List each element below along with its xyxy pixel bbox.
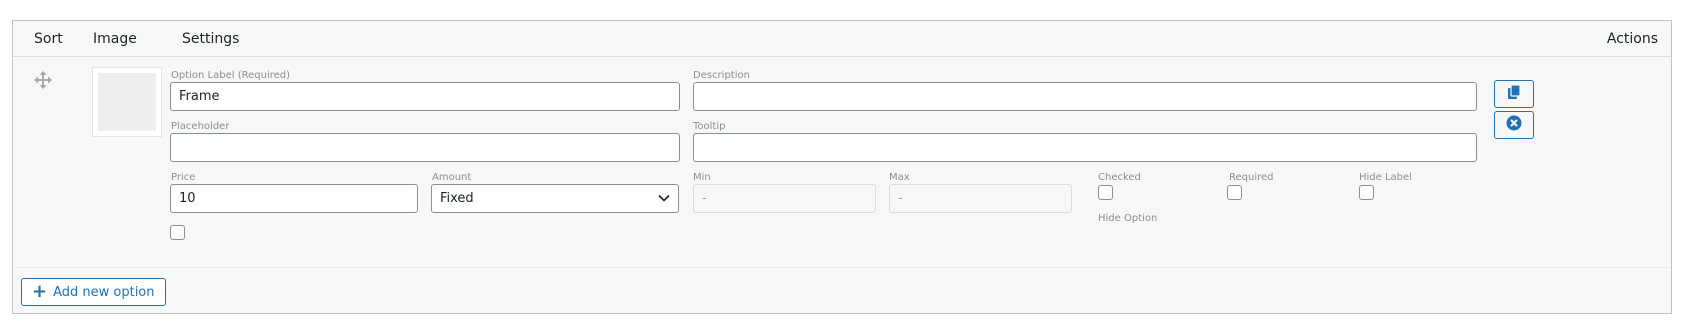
min-label: Min (693, 172, 711, 183)
hide-label-label: Hide Label (1359, 172, 1412, 183)
option-image-placeholder[interactable] (92, 67, 162, 137)
checked-checkbox[interactable] (1098, 185, 1113, 200)
hide-label-checkbox[interactable] (1359, 185, 1374, 200)
amount-selected-value: Fixed (440, 191, 474, 206)
min-input[interactable] (693, 184, 876, 213)
options-panel: Sort Image Settings Actions Option Label… (12, 20, 1672, 314)
required-label: Required (1229, 172, 1274, 183)
price-label: Price (171, 172, 196, 183)
header-sort: Sort (34, 31, 63, 47)
image-thumbnail (98, 73, 156, 131)
price-input[interactable] (170, 184, 418, 213)
max-label: Max (889, 172, 910, 183)
description-input[interactable] (693, 82, 1477, 111)
duplicate-icon (1506, 84, 1522, 104)
table-header: Sort Image Settings Actions (13, 21, 1671, 57)
tooltip-label: Tooltip (693, 121, 726, 132)
placeholder-label: Placeholder (171, 121, 230, 132)
amount-select[interactable]: Fixed (431, 184, 679, 213)
description-label: Description (693, 70, 750, 81)
remove-button[interactable] (1494, 111, 1534, 139)
add-new-option-label: Add new option (53, 284, 155, 300)
header-actions: Actions (1606, 31, 1658, 47)
header-image: Image (93, 31, 137, 47)
add-new-option-button[interactable]: + Add new option (21, 278, 166, 306)
option-row: Option Label (Required) Description Plac… (13, 58, 1671, 268)
option-label-label: Option Label (Required) (171, 70, 291, 81)
extra-option-checkbox[interactable] (170, 225, 185, 240)
move-handle-icon[interactable] (33, 70, 53, 90)
duplicate-button[interactable] (1494, 80, 1534, 108)
option-label-input[interactable] (170, 82, 680, 111)
checked-label: Checked (1098, 172, 1141, 183)
remove-circle-icon (1506, 115, 1522, 135)
plus-icon: + (32, 281, 48, 302)
amount-label: Amount (432, 172, 472, 183)
chevron-down-icon (658, 191, 670, 206)
required-checkbox[interactable] (1227, 185, 1242, 200)
tooltip-input[interactable] (693, 133, 1477, 162)
header-settings: Settings (182, 31, 240, 47)
placeholder-input[interactable] (170, 133, 680, 162)
max-input[interactable] (889, 184, 1072, 213)
hide-option-label: Hide Option (1098, 213, 1158, 224)
